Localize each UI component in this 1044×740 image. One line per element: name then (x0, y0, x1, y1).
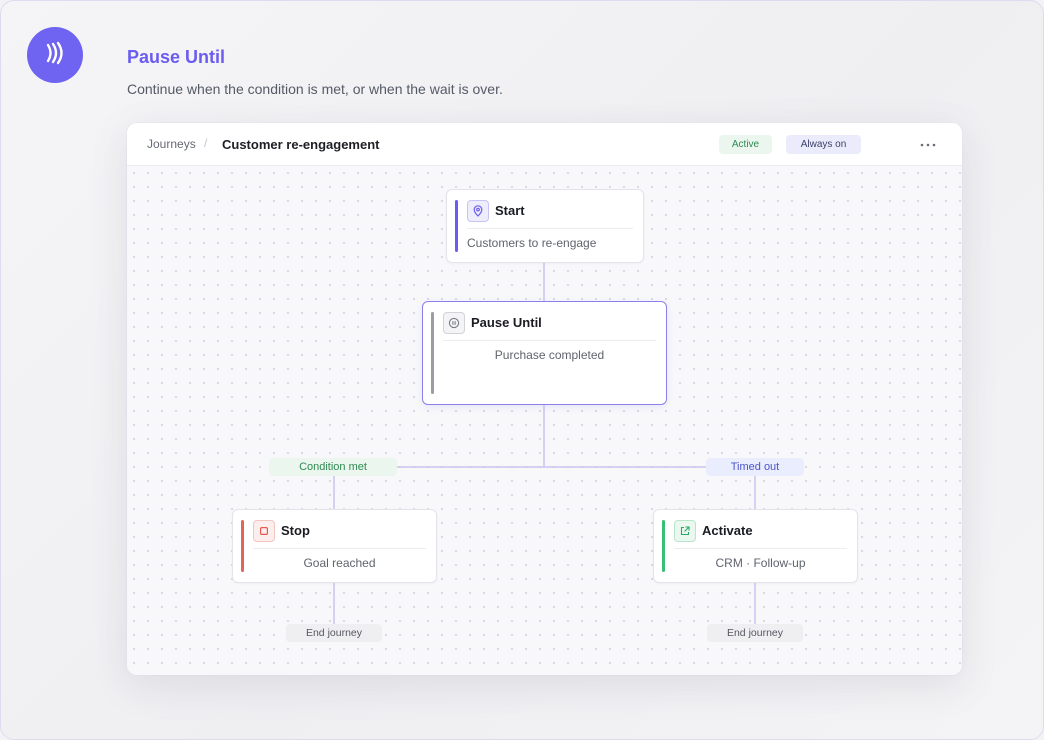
branch-condition-met-label: Condition met (269, 458, 397, 476)
end-journey-left: End journey (286, 624, 382, 642)
pause-node-divider (443, 340, 656, 341)
pause-accent-bar (431, 312, 434, 394)
start-node-title: Start (495, 203, 525, 218)
activate-accent-bar (662, 520, 665, 572)
start-node-divider (467, 228, 633, 229)
stop-node-description: Goal reached (303, 556, 376, 570)
start-accent-bar (455, 200, 458, 252)
stop-node[interactable]: Stop Goal reached (232, 509, 437, 583)
schedule-badge: Always on (786, 135, 861, 154)
location-pin-icon (467, 200, 489, 222)
stop-accent-bar (241, 520, 244, 572)
branch-timed-out-label: Timed out (706, 458, 804, 476)
more-horizontal-icon (920, 134, 936, 152)
panel-toolbar: Journeys / Customer re-engagement Active… (127, 123, 962, 166)
breadcrumb-separator: / (204, 136, 208, 150)
stop-node-title: Stop (281, 523, 310, 538)
activate-node-divider (674, 548, 847, 549)
breadcrumb-current: Customer re-engagement (222, 137, 380, 152)
pause-node-description: Purchase completed (494, 348, 605, 362)
brand-logo (27, 27, 83, 83)
activate-node-description: CRM · Follow-up (715, 556, 806, 570)
start-node[interactable]: Start Customers to re-engage (446, 189, 644, 263)
more-options-button[interactable] (917, 133, 939, 153)
app-window: Pause Until Continue when the condition … (0, 0, 1044, 740)
activate-node-title: Activate (702, 523, 753, 538)
stop-node-divider (253, 548, 426, 549)
journey-panel: Journeys / Customer re-engagement Active… (127, 123, 962, 675)
activate-node[interactable]: Activate CRM · Follow-up (653, 509, 858, 583)
pause-icon (443, 312, 465, 334)
end-journey-right: End journey (707, 624, 803, 642)
pause-until-node[interactable]: Pause Until Purchase completed (422, 301, 667, 405)
flow-canvas[interactable]: Start Customers to re-engage Pause Until… (127, 166, 962, 675)
pause-node-title: Pause Until (471, 315, 542, 330)
signal-waves-icon (42, 40, 68, 71)
page-title: Pause Until (127, 47, 226, 67)
external-link-icon (674, 520, 696, 542)
stop-icon (253, 520, 275, 542)
start-node-description: Customers to re-engage (467, 236, 597, 250)
breadcrumb-journeys[interactable]: Journeys (147, 137, 196, 151)
status-badge: Active (719, 135, 772, 154)
page-subtitle: Continue when the condition is met, or w… (127, 81, 503, 97)
